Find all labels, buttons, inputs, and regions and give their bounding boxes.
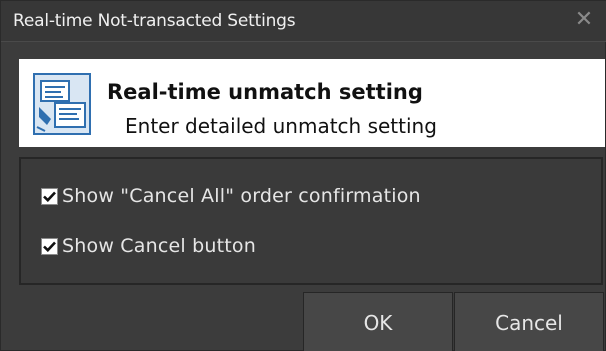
cancel-button[interactable]: Cancel [454,292,604,351]
ok-button[interactable]: OK [303,292,453,351]
header-subtitle: Enter detailed unmatch setting [125,114,437,138]
title-bar[interactable]: Real-time Not-transacted Settings ✕ [1,1,606,42]
header-panel: Real-time unmatch setting Enter detailed… [19,59,605,147]
show-cancel-all-confirmation-label: Show "Cancel All" order confirmation [62,185,421,207]
header-title: Real-time unmatch setting [107,80,423,104]
checkmark-icon [43,241,56,252]
close-icon[interactable]: ✕ [571,7,597,33]
show-cancel-button-checkbox[interactable] [41,237,58,255]
show-cancel-button-option[interactable]: Show Cancel button [41,232,256,260]
show-cancel-all-confirmation-option[interactable]: Show "Cancel All" order confirmation [41,182,421,210]
options-group: Show "Cancel All" order confirmation Sho… [19,157,603,285]
settings-dialog: Real-time Not-transacted Settings ✕ Real… [0,0,606,351]
checkmark-icon [43,191,56,202]
window-title: Real-time Not-transacted Settings [13,11,296,31]
show-cancel-all-confirmation-checkbox[interactable] [41,187,58,205]
show-cancel-button-label: Show Cancel button [62,235,256,257]
settings-document-icon [33,73,91,135]
